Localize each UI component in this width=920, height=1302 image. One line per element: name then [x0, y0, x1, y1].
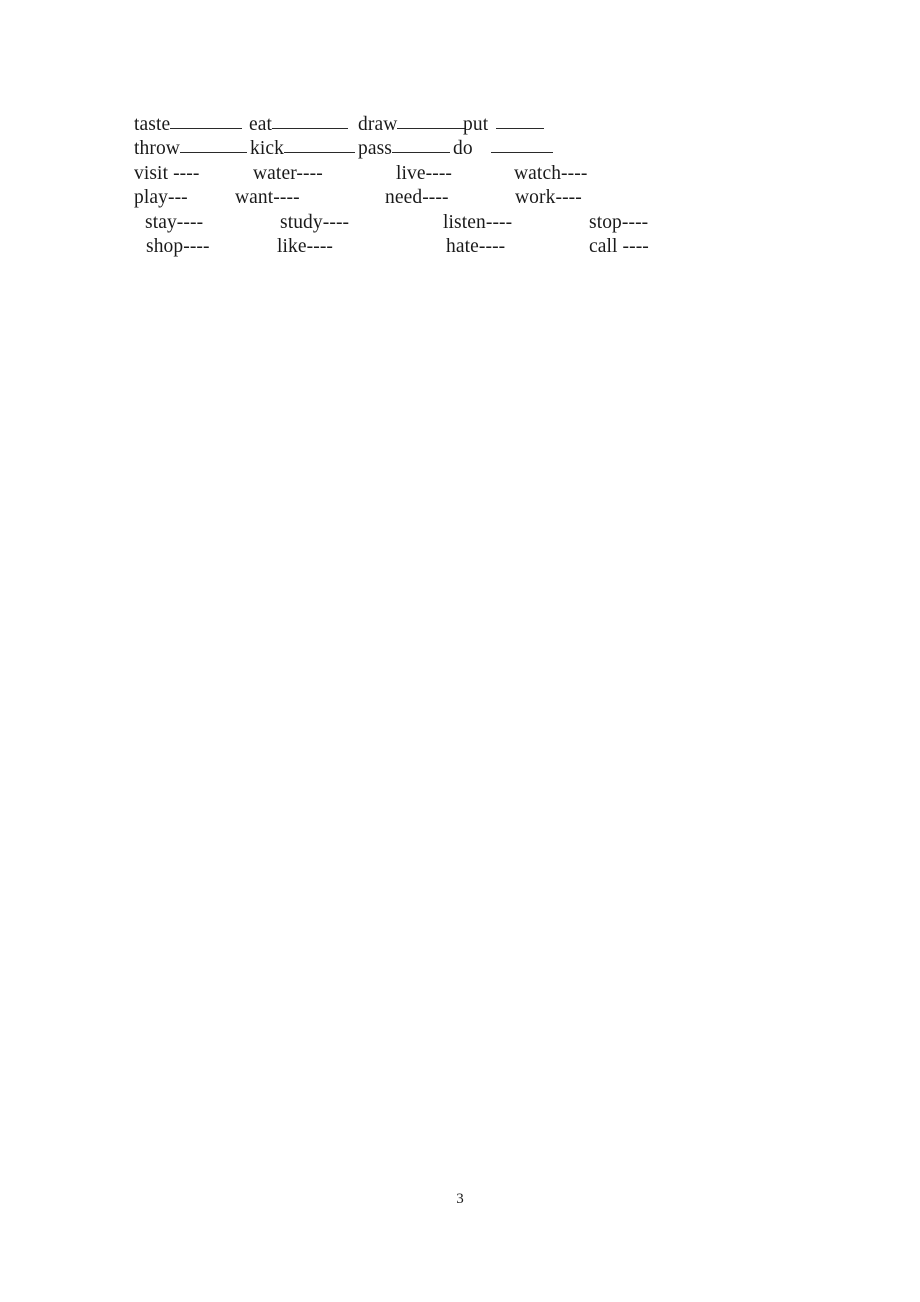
dash-row: play--- want---- need---- work----	[0, 186, 920, 210]
verb-word: do	[453, 138, 473, 159]
answer-blank-line[interactable]	[272, 113, 349, 129]
verb-blank-item: eat	[249, 113, 349, 137]
verb-dash-item: stop----	[589, 212, 649, 233]
verb-dash-item: water----	[253, 163, 323, 184]
verb-word: taste	[134, 114, 171, 135]
dash-row: shop---- like---- hate---- call ----	[0, 235, 920, 259]
verb-dash-item: like----	[277, 236, 334, 257]
answer-blank-line[interactable]	[391, 137, 450, 153]
answer-blank-line[interactable]	[490, 137, 553, 153]
verb-word: kick	[250, 138, 284, 159]
verb-dash-item: listen----	[443, 212, 513, 233]
verb-word: eat	[249, 114, 273, 135]
verb-blank-item: kick	[250, 137, 355, 161]
verb-blank-item: draw	[358, 113, 467, 137]
document-page: taste eat draw put throw kick pass do visit ---…	[0, 0, 920, 1302]
dash-row: visit ---- water---- live---- watch----	[0, 162, 920, 186]
verb-dash-item: call ----	[589, 236, 649, 257]
verb-dash-item: visit ----	[134, 163, 200, 184]
answer-blank-line[interactable]	[496, 113, 545, 129]
page-number: 3	[456, 1191, 464, 1207]
verb-dash-item: study----	[280, 212, 350, 233]
verb-dash-item: want----	[235, 187, 300, 208]
verb-word: throw	[134, 138, 180, 159]
blank-row: throw kick pass do	[0, 137, 920, 161]
answer-blank-line[interactable]	[283, 137, 355, 153]
verb-dash-item: need----	[385, 187, 449, 208]
verb-word: pass	[358, 138, 392, 159]
answer-blank-line[interactable]	[397, 113, 467, 129]
verb-blank-item: put	[463, 113, 545, 137]
verb-blank-item: pass	[358, 137, 450, 161]
dash-row: stay---- study---- listen---- stop----	[0, 211, 920, 235]
verb-dash-item: work----	[515, 187, 582, 208]
answer-blank-line[interactable]	[170, 113, 243, 129]
verb-dash-item: play---	[134, 187, 188, 208]
verb-dash-item: watch----	[514, 163, 588, 184]
verb-word: draw	[358, 114, 398, 135]
verb-blank-item: do	[453, 137, 553, 161]
verb-word: put	[463, 114, 489, 135]
verb-dash-item: live----	[396, 163, 453, 184]
blank-row: taste eat draw put	[0, 113, 920, 137]
verb-blank-item: throw	[134, 137, 247, 161]
verb-dash-item: shop----	[146, 236, 210, 257]
verb-dash-item: stay----	[145, 212, 204, 233]
verb-blank-item: taste	[134, 113, 243, 137]
verb-dash-item: hate----	[446, 236, 506, 257]
answer-blank-line[interactable]	[180, 137, 247, 153]
